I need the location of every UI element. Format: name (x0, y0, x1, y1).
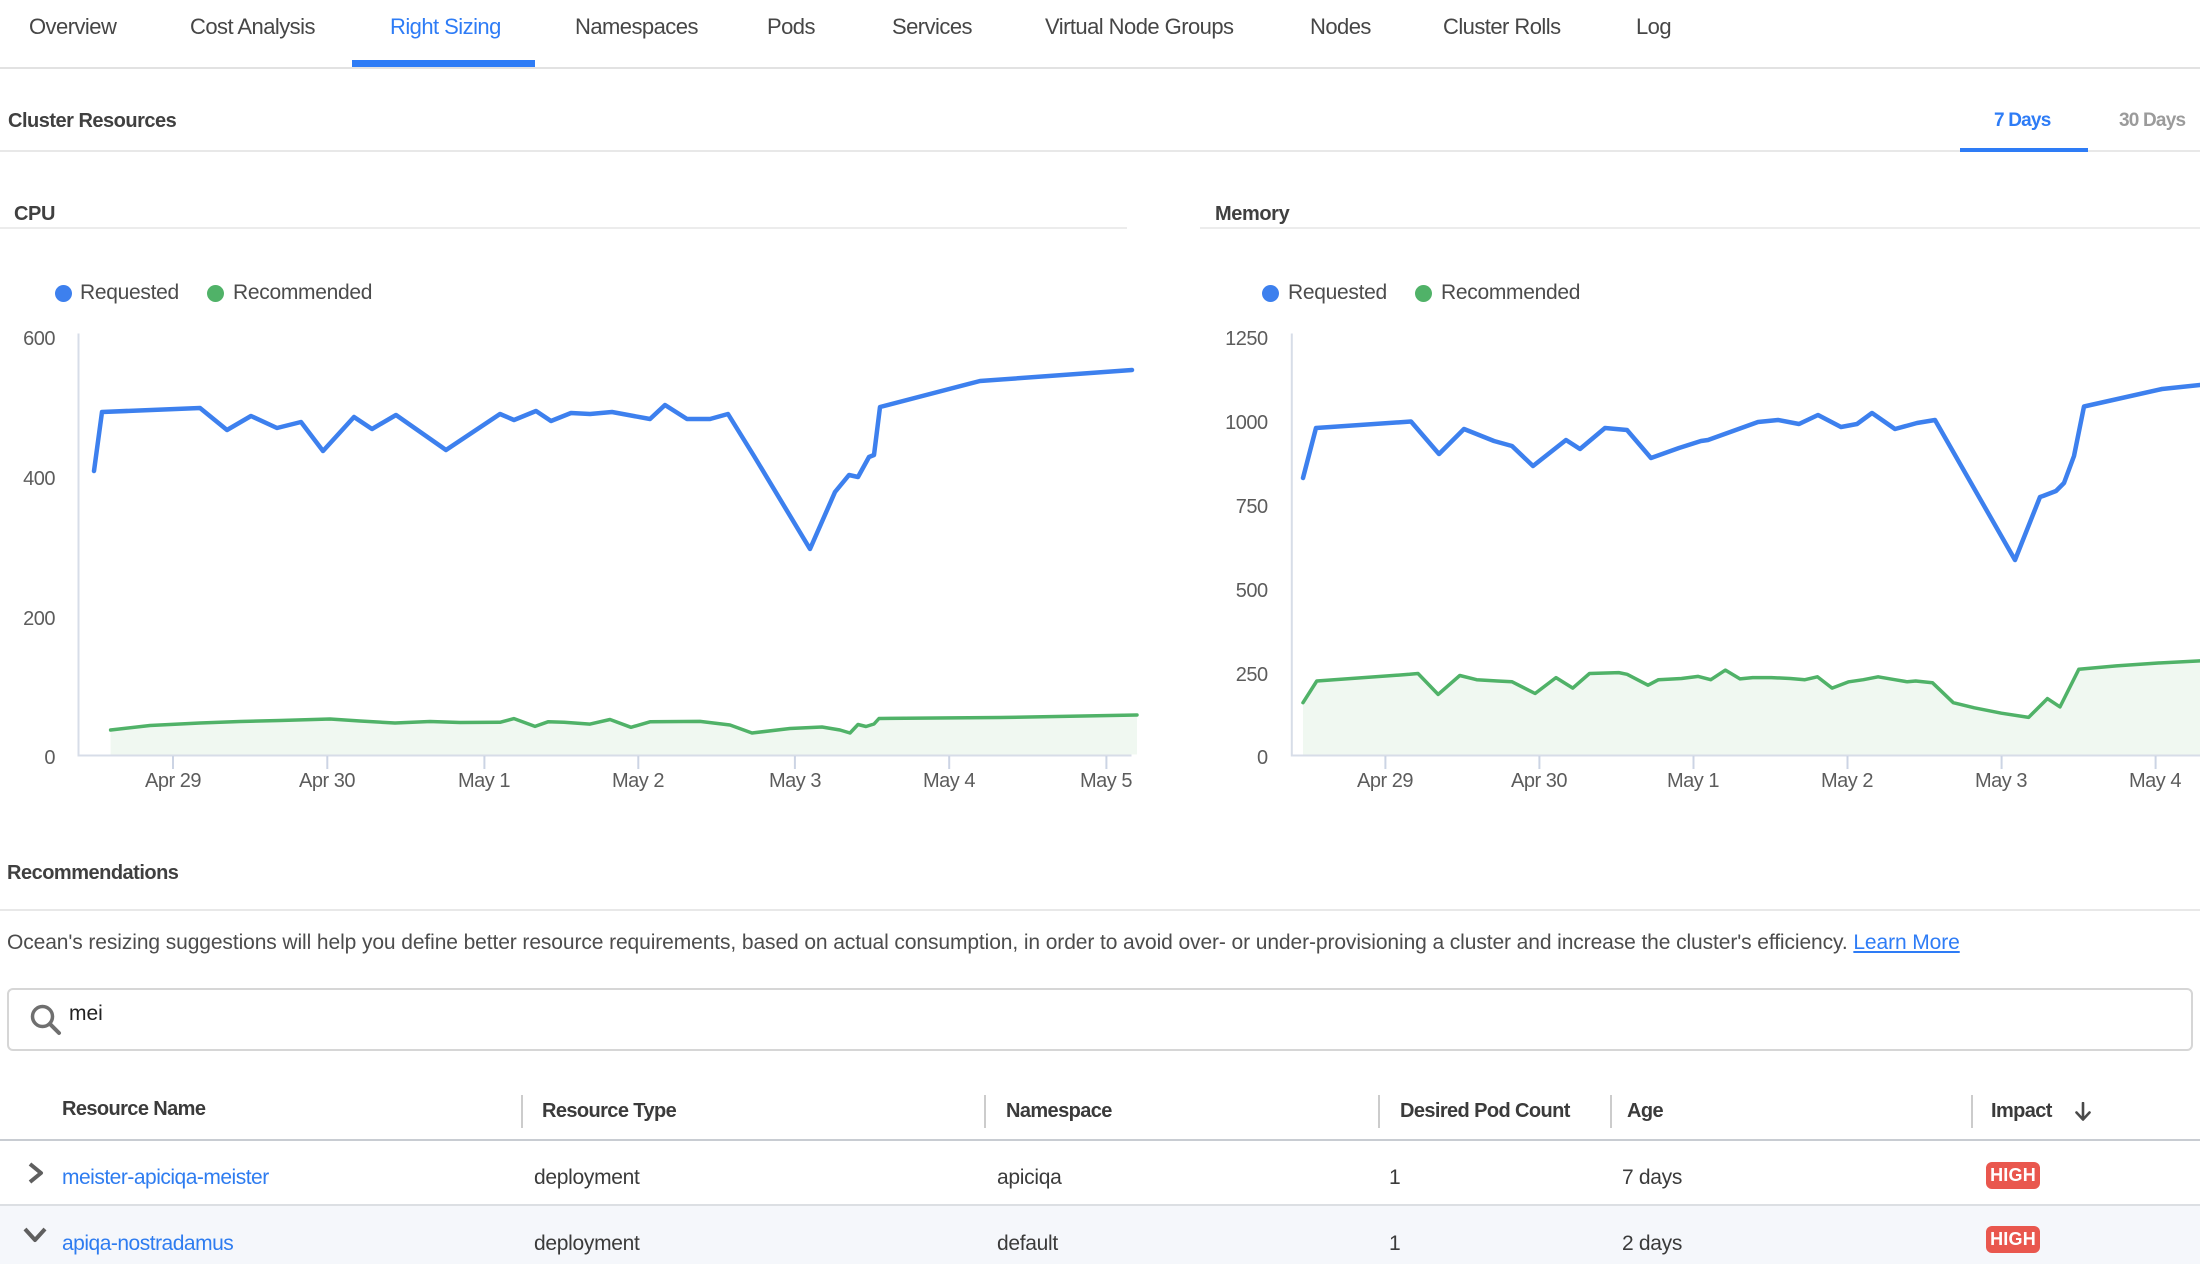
svg-text:1250: 1250 (1225, 328, 1268, 350)
svg-text:Apr 29: Apr 29 (1357, 770, 1413, 792)
svg-text:May 3: May 3 (1975, 770, 2027, 792)
svg-text:500: 500 (1236, 580, 1268, 602)
svg-text:Apr 30: Apr 30 (299, 770, 355, 792)
svg-text:400: 400 (23, 468, 55, 490)
svg-text:May 4: May 4 (923, 770, 975, 792)
svg-text:May 1: May 1 (458, 770, 510, 792)
svg-text:600: 600 (23, 328, 55, 350)
svg-text:0: 0 (44, 747, 55, 769)
svg-text:1000: 1000 (1225, 412, 1268, 434)
svg-text:May 1: May 1 (1667, 770, 1719, 792)
svg-text:May 2: May 2 (612, 770, 664, 792)
svg-text:May 2: May 2 (1821, 770, 1873, 792)
svg-text:0: 0 (1257, 747, 1268, 769)
svg-text:Apr 29: Apr 29 (145, 770, 201, 792)
svg-text:Apr 30: Apr 30 (1511, 770, 1567, 792)
svg-text:May 5: May 5 (1080, 770, 1132, 792)
svg-text:200: 200 (23, 608, 55, 630)
svg-text:750: 750 (1236, 496, 1268, 518)
svg-text:May 3: May 3 (769, 770, 821, 792)
svg-text:250: 250 (1236, 664, 1268, 686)
svg-text:May 4: May 4 (2129, 770, 2181, 792)
